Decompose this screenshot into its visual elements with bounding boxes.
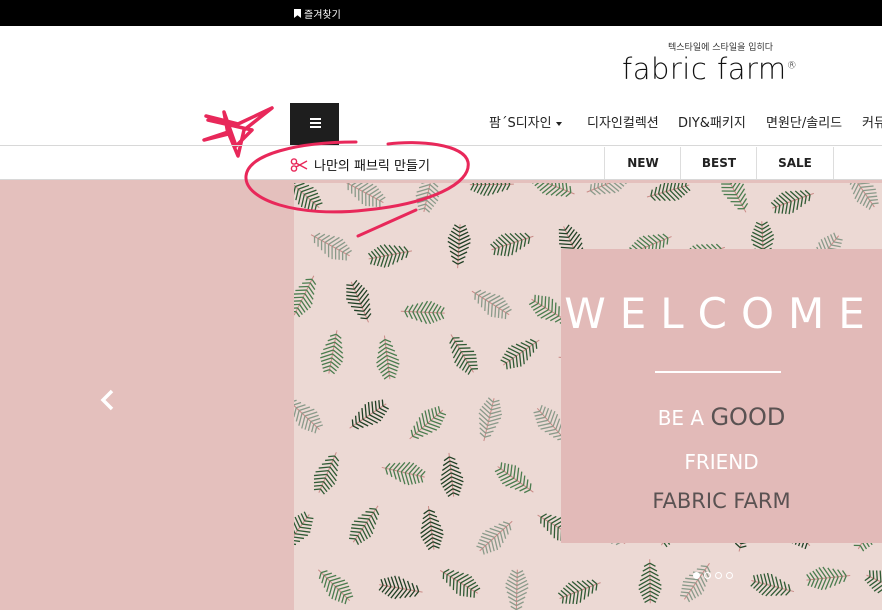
category-label: NEW (627, 156, 659, 170)
pine-sprig (400, 300, 445, 325)
pine-sprig (317, 569, 354, 605)
slider-pagination (693, 572, 733, 579)
ellipse-annotation (244, 140, 470, 238)
pine-sprig (294, 399, 323, 434)
nav-item-label: 팜´S디자인 (489, 116, 552, 131)
nav-item-farms-design[interactable]: 팜´S디자인 (489, 112, 562, 131)
pine-sprig (721, 183, 749, 213)
slide-dot[interactable] (693, 572, 700, 579)
pine-sprig (646, 183, 691, 202)
pine-sprig (313, 452, 340, 495)
pine-sprig (349, 505, 380, 546)
pine-sprig (420, 505, 444, 551)
slide-dot[interactable] (715, 572, 722, 579)
tagline-prefix: BE A (657, 406, 705, 430)
pine-sprig (490, 232, 534, 257)
category-new[interactable]: NEW (604, 147, 681, 179)
welcome-heading: WELCOME (564, 289, 879, 338)
nav-item-diy-package[interactable]: DIY&패키지 (678, 112, 746, 131)
pine-sprig (376, 335, 400, 380)
pine-sprig (478, 397, 503, 442)
pine-sprig (320, 330, 344, 375)
caret-down-icon (555, 121, 562, 126)
pine-sprig (440, 452, 464, 497)
nav-item-label: 면원단/솔리드 (766, 116, 843, 131)
nav-item-design-collection[interactable]: 디자인컬렉션 (587, 112, 659, 131)
pine-sprig (378, 575, 423, 600)
pine-sprig (471, 289, 512, 320)
bookmark-icon (294, 9, 301, 18)
tagline-line-2: FRIEND (684, 450, 759, 474)
logo-text: fabric farm (622, 52, 787, 86)
pine-sprig (531, 183, 575, 198)
pine-sprig (770, 189, 814, 215)
pine-sprig (294, 275, 317, 318)
bookmark-link[interactable]: 즐겨찾기 (294, 6, 341, 21)
welcome-card: WELCOME BE A GOOD FRIEND FABRIC FARM (561, 249, 882, 543)
pine-sprig (864, 570, 882, 595)
pine-sprig (494, 462, 534, 494)
category-sale[interactable]: SALE (756, 147, 834, 179)
nav-item-label: DIY&패키지 (678, 116, 746, 131)
registered-mark: ® (786, 60, 798, 72)
nav-item-label: 커뮤 (862, 116, 882, 131)
nav-item-label: 디자인컬렉션 (587, 116, 659, 131)
pine-sprig (476, 520, 513, 555)
pine-sprig (409, 406, 447, 440)
pine-sprig (586, 183, 628, 196)
pine-sprig (557, 579, 601, 605)
slide-dot[interactable] (704, 572, 711, 579)
pine-sprig (680, 562, 711, 603)
welcome-divider (655, 371, 781, 373)
tagline-emphasis: GOOD (710, 403, 786, 431)
slide-dot[interactable] (726, 572, 733, 579)
pine-sprig (505, 569, 529, 610)
chevron-left-icon[interactable] (97, 388, 119, 412)
logo[interactable]: fabric farm® (622, 52, 797, 86)
pine-sprig (367, 244, 413, 268)
pine-sprig (349, 399, 389, 430)
pine-sprig (449, 334, 478, 375)
tagline-line-3: FABRIC FARM (652, 489, 791, 513)
pine-sprig (294, 511, 314, 551)
pine-sprig (500, 338, 540, 370)
top-bar: 즐겨찾기 (0, 0, 882, 26)
pine-sprig (750, 572, 795, 597)
nav-item-cotton-solid[interactable]: 면원단/솔리드 (766, 112, 842, 131)
pine-sprig (848, 183, 879, 210)
bookmark-label: 즐겨찾기 (304, 10, 341, 21)
nav-item-community[interactable]: 커뮤 (862, 112, 882, 131)
category-best[interactable]: BEST (680, 147, 757, 179)
category-label: BEST (701, 156, 737, 170)
pine-sprig (806, 566, 851, 591)
tagline-line-1: BE A GOOD (561, 403, 882, 431)
pine-sprig (439, 568, 481, 598)
hamburger-menu-icon (310, 118, 321, 128)
pine-sprig (346, 280, 372, 323)
category-label: SALE (778, 156, 812, 170)
pine-sprig (638, 559, 662, 604)
pine-sprig (381, 461, 426, 486)
hamburger-menu-button[interactable] (290, 103, 339, 145)
